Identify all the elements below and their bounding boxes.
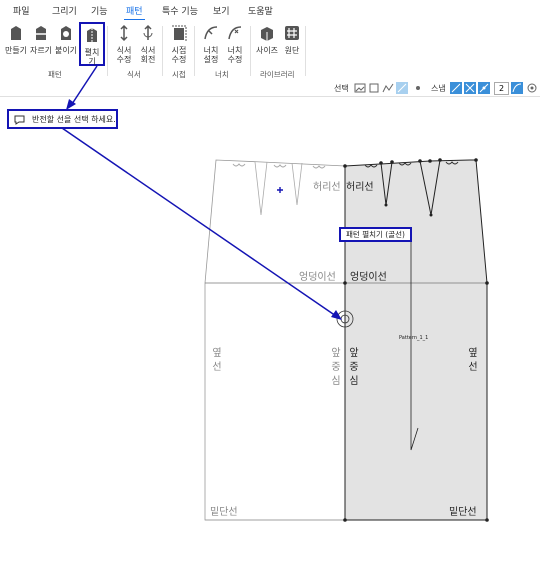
notch-mark-left-3: [312, 165, 326, 169]
dart-left-2: [291, 162, 303, 206]
side-label-left: 옆선: [212, 348, 222, 373]
notch-mark-left-1: [232, 163, 246, 167]
tooltip-unfold: 패턴 펼치기 (골선): [339, 227, 412, 242]
hem-label-right: 밑단선: [449, 507, 477, 518]
message-icon: [14, 115, 25, 125]
notch-mark-left-2: [273, 164, 287, 168]
dart-left-1: [254, 161, 268, 216]
hip-label-left: 엉덩이선: [299, 272, 336, 283]
arrow-prompt-to-line: [61, 127, 337, 317]
center-label-left: 앞중심: [331, 348, 341, 387]
cursor-plus-marker: [277, 187, 283, 193]
center-label-right: 앞중심: [349, 348, 359, 387]
hip-label-right: 엉덩이선: [350, 272, 387, 283]
piece-name: Pattern_1_1: [399, 335, 429, 341]
pattern-drawing: [61, 65, 489, 522]
command-prompt: 반전할 선을 선택 하세요.: [7, 109, 118, 129]
left-pattern-piece: [204, 159, 346, 521]
prompt-text: 반전할 선을 선택 하세요.: [32, 115, 116, 124]
arrow-ribbon-to-prompt: [71, 65, 98, 105]
side-label-right: 옆선: [468, 348, 478, 373]
waist-label-right: 허리선: [346, 182, 374, 193]
waist-label-left: 허리선: [313, 182, 341, 193]
hem-label-left: 밑단선: [210, 507, 238, 518]
